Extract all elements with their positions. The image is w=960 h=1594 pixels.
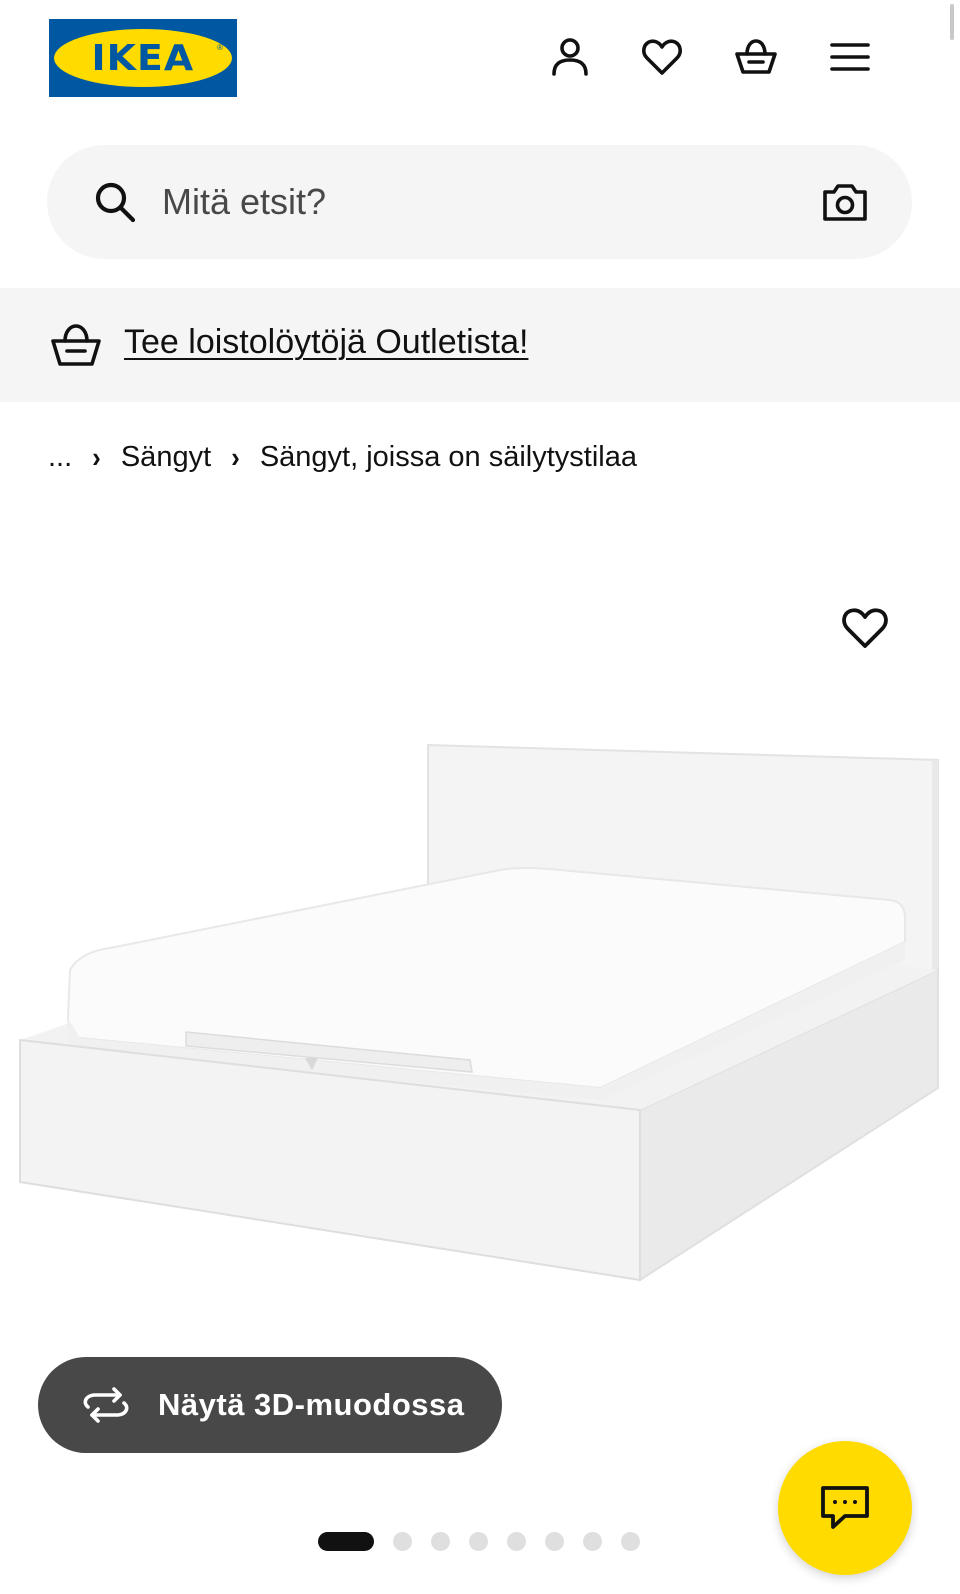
rotate-3d-icon — [83, 1387, 129, 1423]
logo-text: IKEA — [91, 37, 195, 79]
carousel-dot[interactable] — [545, 1531, 564, 1551]
logo-registered-mark: ® — [217, 43, 223, 52]
view-3d-button[interactable]: Näytä 3D-muodossa — [38, 1357, 502, 1453]
chevron-right-icon: › — [92, 439, 101, 473]
product-image[interactable] — [0, 720, 960, 1320]
chat-button[interactable] — [778, 1441, 912, 1575]
search-input[interactable] — [162, 175, 762, 229]
shopping-bag-button[interactable] — [732, 33, 780, 81]
account-button[interactable] — [546, 33, 594, 81]
carousel-dot[interactable] — [393, 1531, 412, 1551]
breadcrumb: ... › Sängyt › Sängyt, joissa on säilyty… — [48, 435, 637, 479]
outlet-promo-link[interactable]: Tee loistolöytöjä Outletista! — [124, 323, 528, 362]
carousel-dot[interactable] — [431, 1531, 450, 1551]
chevron-right-icon: › — [231, 439, 240, 473]
search-icon — [95, 182, 136, 223]
breadcrumb-item-storage-beds[interactable]: Sängyt, joissa on säilytystilaa — [260, 441, 637, 474]
carousel-dot-active[interactable] — [318, 1531, 374, 1551]
breadcrumb-ellipsis[interactable]: ... — [48, 441, 72, 474]
search-bar[interactable] — [47, 145, 912, 259]
camera-icon[interactable] — [820, 177, 870, 227]
heart-icon[interactable] — [840, 603, 890, 653]
carousel-dot[interactable] — [469, 1531, 488, 1551]
carousel-dot[interactable] — [621, 1531, 640, 1551]
image-carousel-pagination — [318, 1530, 659, 1552]
basket-icon — [51, 324, 101, 366]
favourites-button[interactable] — [638, 33, 686, 81]
carousel-dot[interactable] — [583, 1531, 602, 1551]
ikea-logo[interactable]: IKEA ® — [49, 19, 237, 97]
chat-icon — [821, 1486, 869, 1529]
menu-icon — [830, 43, 870, 71]
breadcrumb-item-beds[interactable]: Sängyt — [121, 441, 211, 474]
site-header: IKEA ® — [0, 0, 960, 125]
menu-button[interactable] — [826, 33, 874, 81]
logo-oval: IKEA — [54, 29, 232, 87]
basket-icon — [735, 39, 777, 74]
outlet-promo-banner: Tee loistolöytöjä Outletista! — [0, 288, 960, 402]
scrollbar-thumb[interactable] — [950, 4, 954, 40]
view-3d-label: Näytä 3D-muodossa — [158, 1387, 465, 1422]
carousel-dot[interactable] — [507, 1531, 526, 1551]
heart-icon — [642, 39, 682, 75]
person-icon — [552, 38, 588, 76]
